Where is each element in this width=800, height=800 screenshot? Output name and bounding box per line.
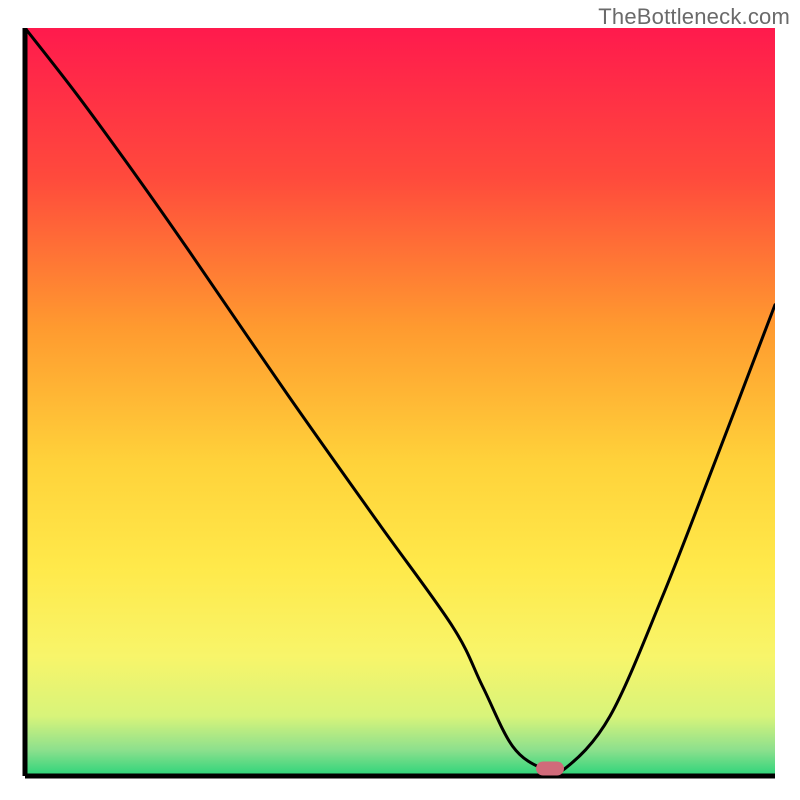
bottleneck-chart (0, 0, 800, 800)
watermark-text: TheBottleneck.com (598, 4, 790, 30)
chart-container: TheBottleneck.com (0, 0, 800, 800)
plot-background (25, 28, 775, 776)
optimal-marker (536, 762, 564, 776)
